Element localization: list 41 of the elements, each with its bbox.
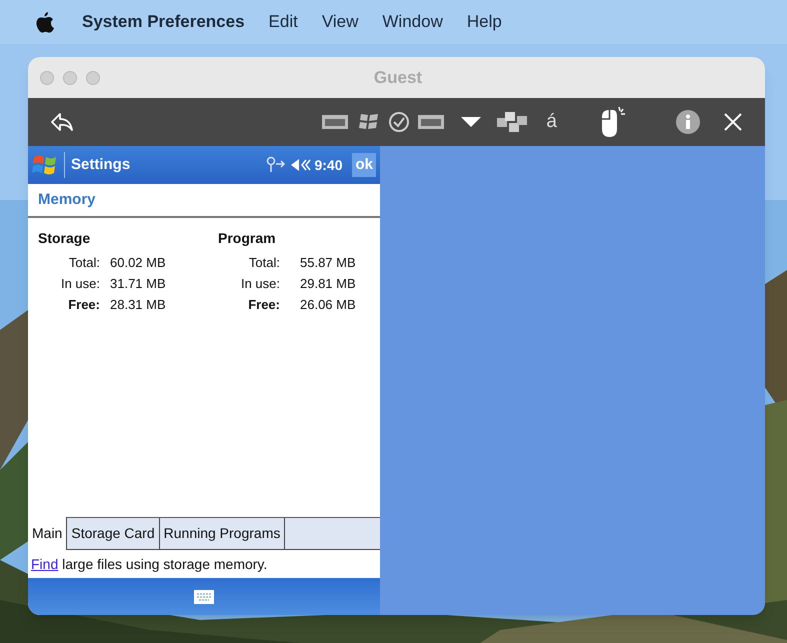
stat-label: Total: bbox=[68, 254, 100, 272]
check-circle-icon[interactable] bbox=[388, 111, 410, 133]
menu-item[interactable]: Edit bbox=[268, 9, 298, 35]
stat-value: 29.81 MB bbox=[300, 275, 356, 293]
apple-logo-icon[interactable] bbox=[36, 12, 54, 32]
page-heading: Memory bbox=[38, 190, 96, 210]
menu-item[interactable]: Window bbox=[382, 9, 443, 35]
section-heading: Storage bbox=[38, 229, 92, 248]
stat-label: In use: bbox=[60, 275, 100, 293]
stat-label: Total: bbox=[248, 254, 280, 272]
connectivity-icon[interactable] bbox=[264, 156, 286, 174]
hint-text: Find large files using storage memory. bbox=[31, 554, 268, 574]
menu-item[interactable]: Help bbox=[466, 9, 502, 35]
stat-value: 26.06 MB bbox=[300, 296, 356, 314]
stat-value: 31.71 MB bbox=[110, 275, 166, 293]
keys-icon[interactable] bbox=[496, 110, 528, 134]
stat-value: 28.31 MB bbox=[110, 296, 166, 314]
close-icon[interactable] bbox=[723, 112, 743, 132]
window-title: Guest bbox=[372, 66, 424, 89]
tab[interactable]: Main bbox=[28, 517, 68, 550]
stat-value: 60.02 MB bbox=[110, 254, 166, 272]
stat-label: In use: bbox=[240, 275, 280, 293]
device-title: Settings bbox=[71, 154, 132, 175]
info-icon[interactable] bbox=[675, 109, 701, 135]
tab[interactable]: Storage Card bbox=[67, 518, 160, 550]
tab[interactable]: Running Programs bbox=[160, 518, 286, 550]
windows-flag-icon[interactable] bbox=[358, 112, 380, 132]
back-arrow-icon[interactable] bbox=[50, 112, 74, 132]
menu-item[interactable]: View bbox=[322, 9, 358, 35]
stat-label: Free: bbox=[67, 296, 100, 314]
clock-time: 9:40 bbox=[314, 156, 342, 174]
section-heading: Program bbox=[218, 229, 277, 248]
dropdown-triangle-icon[interactable] bbox=[460, 116, 482, 128]
accent-key[interactable]: á bbox=[546, 108, 557, 136]
stat-label: Free: bbox=[247, 296, 280, 314]
stat-value: 55.87 MB bbox=[300, 254, 356, 272]
speaker-icon[interactable] bbox=[290, 157, 312, 173]
app-menu[interactable]: System Preferences bbox=[82, 9, 245, 35]
windows-flag-icon[interactable] bbox=[32, 153, 58, 177]
mouse-icon[interactable] bbox=[599, 105, 627, 139]
find-link[interactable]: Find bbox=[31, 556, 58, 572]
